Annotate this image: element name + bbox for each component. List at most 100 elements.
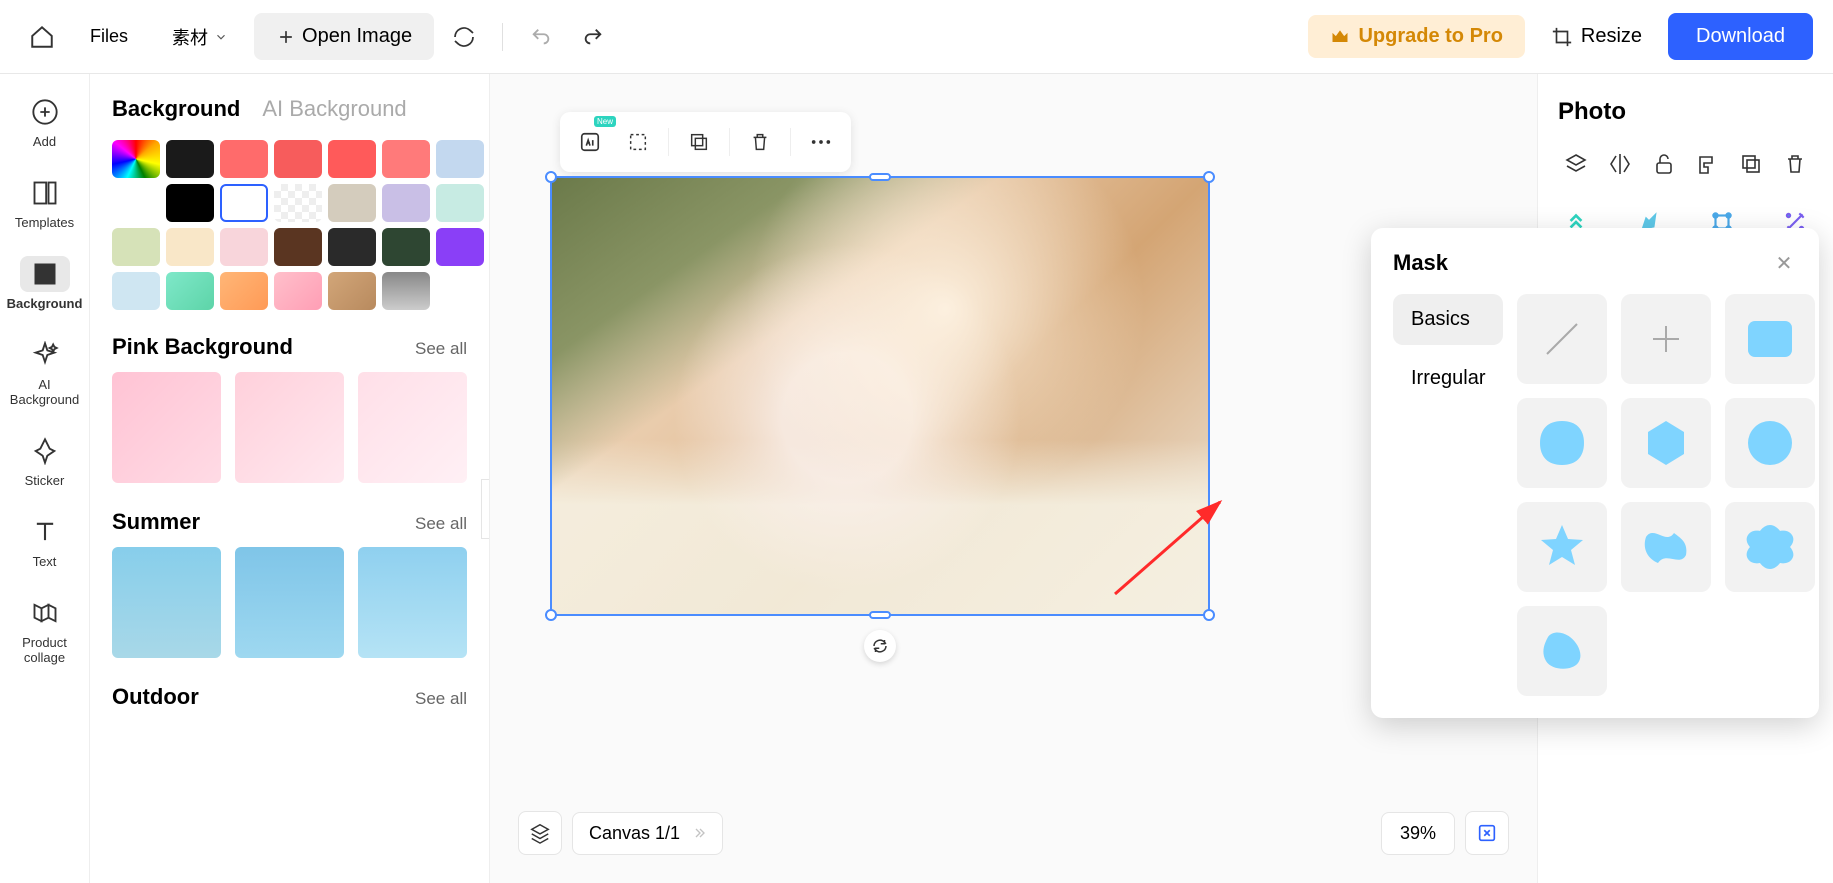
color-swatch[interactable] — [328, 184, 376, 222]
color-swatch[interactable] — [112, 228, 160, 266]
rail-background[interactable]: Background — [4, 246, 86, 321]
undo-button[interactable] — [519, 15, 563, 59]
resize-handle[interactable] — [869, 173, 891, 181]
color-swatch[interactable] — [328, 228, 376, 266]
swatch-grid — [112, 140, 467, 310]
color-swatch[interactable] — [382, 228, 430, 266]
mask-blob[interactable] — [1517, 606, 1607, 696]
color-swatch[interactable] — [112, 272, 160, 310]
background-thumbnail[interactable] — [358, 372, 467, 483]
lock-icon-button[interactable] — [1646, 146, 1682, 182]
color-swatch[interactable] — [166, 184, 214, 222]
canvas-image[interactable] — [550, 176, 1210, 616]
background-thumbnail[interactable] — [235, 547, 344, 658]
download-button[interactable]: Download — [1668, 13, 1813, 60]
layers-icon-button[interactable] — [1558, 146, 1594, 182]
color-swatch[interactable] — [382, 140, 430, 178]
copy-icon-button[interactable] — [1733, 146, 1769, 182]
paint-icon-button[interactable] — [1689, 146, 1725, 182]
rotate-handle[interactable] — [864, 630, 896, 662]
zoom-display[interactable]: 39% — [1381, 812, 1455, 855]
rail-text[interactable]: Text — [4, 504, 86, 579]
mask-circle[interactable] — [1725, 398, 1815, 488]
ai-button[interactable]: New — [568, 120, 612, 164]
sync-button[interactable] — [442, 15, 486, 59]
color-swatch[interactable] — [328, 140, 376, 178]
color-swatch[interactable] — [436, 184, 484, 222]
fit-button[interactable] — [1465, 811, 1509, 855]
color-swatch[interactable] — [436, 140, 484, 178]
background-thumbnail[interactable] — [358, 547, 467, 658]
flip-icon-button[interactable] — [1602, 146, 1638, 182]
color-swatch[interactable] — [328, 272, 376, 310]
open-image-button[interactable]: Open Image — [254, 13, 434, 60]
see-all-link[interactable]: See all — [415, 514, 467, 534]
redo-button[interactable] — [571, 15, 615, 59]
background-icon — [31, 260, 59, 288]
color-swatch[interactable] — [274, 140, 322, 178]
color-swatch[interactable] — [382, 272, 430, 310]
color-swatch[interactable] — [382, 184, 430, 222]
mask-plus[interactable] — [1621, 294, 1711, 384]
color-swatch[interactable] — [166, 140, 214, 178]
resize-handle[interactable] — [1203, 171, 1215, 183]
mask-tab-irregular[interactable]: Irregular — [1393, 353, 1503, 404]
background-thumbnail[interactable] — [112, 547, 221, 658]
resize-handle[interactable] — [545, 171, 557, 183]
mask-rounded-square[interactable] — [1725, 294, 1815, 384]
rail-templates[interactable]: Templates — [4, 165, 86, 240]
mask-wave[interactable] — [1621, 502, 1711, 592]
color-swatch[interactable] — [220, 272, 268, 310]
divider — [502, 23, 503, 51]
mask-hexagon[interactable] — [1621, 398, 1711, 488]
mask-close-button[interactable]: ✕ — [1771, 250, 1797, 276]
color-swatch[interactable] — [436, 228, 484, 266]
home-button[interactable] — [20, 15, 64, 59]
color-swatch[interactable] — [274, 184, 322, 222]
color-swatch[interactable] — [112, 140, 160, 178]
trash-icon-button[interactable] — [1777, 146, 1813, 182]
resize-handle[interactable] — [545, 609, 557, 621]
rail-add[interactable]: Add — [4, 84, 86, 159]
tab-background[interactable]: Background — [112, 96, 240, 122]
resize-handle[interactable] — [1203, 609, 1215, 621]
color-swatch[interactable] — [112, 184, 160, 222]
background-thumbnail[interactable] — [112, 372, 221, 483]
color-swatch[interactable] — [166, 228, 214, 266]
canvas-selector[interactable]: Canvas 1/1 — [572, 812, 723, 855]
upgrade-label: Upgrade to Pro — [1358, 25, 1502, 48]
mask-tab-basics[interactable]: Basics — [1393, 294, 1503, 345]
section-title: Summer — [112, 509, 200, 535]
rail-sticker[interactable]: Sticker — [4, 423, 86, 498]
upgrade-button[interactable]: Upgrade to Pro — [1308, 15, 1524, 58]
color-swatch[interactable] — [274, 228, 322, 266]
resize-handle[interactable] — [869, 611, 891, 619]
more-button[interactable] — [799, 120, 843, 164]
color-swatch[interactable] — [220, 140, 268, 178]
color-swatch[interactable] — [274, 272, 322, 310]
select-button[interactable] — [616, 120, 660, 164]
layers-button[interactable] — [518, 811, 562, 855]
color-swatch[interactable] — [220, 184, 268, 222]
delete-button[interactable] — [738, 120, 782, 164]
collapse-panel-button[interactable] — [481, 479, 490, 539]
rail-product-collage[interactable]: Product collage — [4, 585, 86, 675]
mask-line[interactable] — [1517, 294, 1607, 384]
mask-star[interactable] — [1517, 502, 1607, 592]
mask-squircle[interactable] — [1517, 398, 1607, 488]
new-badge: New — [594, 116, 616, 127]
resize-button[interactable]: Resize — [1533, 15, 1660, 58]
files-menu[interactable]: Files — [72, 16, 146, 57]
materials-menu[interactable]: 素材 — [154, 14, 246, 60]
color-swatch[interactable] — [220, 228, 268, 266]
tab-ai-background[interactable]: AI Background — [262, 96, 406, 122]
sticker-icon — [31, 437, 59, 465]
rail-ai-background[interactable]: AI Background — [4, 327, 86, 417]
mask-flower[interactable] — [1725, 502, 1815, 592]
see-all-link[interactable]: See all — [415, 339, 467, 359]
color-swatch[interactable] — [166, 272, 214, 310]
background-thumbnail[interactable] — [235, 372, 344, 483]
see-all-link[interactable]: See all — [415, 689, 467, 709]
left-rail: Add Templates Background AI Background S… — [0, 74, 90, 883]
duplicate-button[interactable] — [677, 120, 721, 164]
